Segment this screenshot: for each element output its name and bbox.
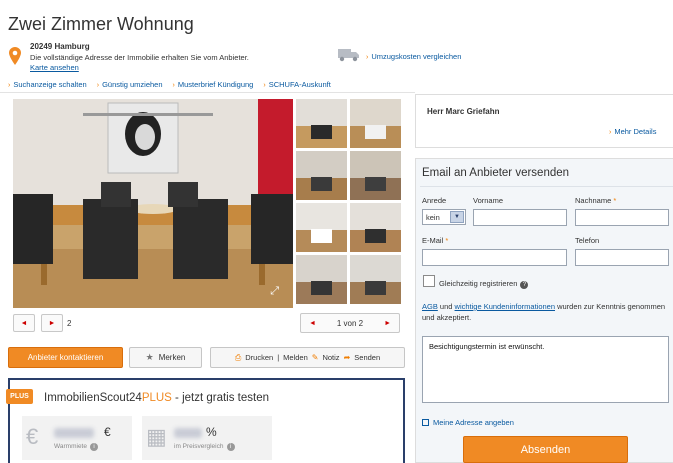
- contact-name: Herr Marc Griefahn: [427, 107, 500, 116]
- arrow-right-icon: ›: [96, 82, 100, 89]
- chevron-down-icon: ▼: [450, 211, 464, 223]
- page-title: Zwei Zimmer Wohnung: [8, 14, 194, 34]
- thumbnail[interactable]: [350, 99, 401, 148]
- pager-next-button[interactable]: ►: [384, 320, 391, 327]
- thumbnail[interactable]: [350, 203, 401, 252]
- kpi-label: Warmmiete i: [54, 443, 98, 451]
- telefon-label: Telefon: [575, 236, 600, 245]
- dining-room-image: [13, 99, 293, 308]
- legal-text: AGB und wichtige Kundeninformationen wur…: [422, 302, 666, 322]
- divider: [420, 186, 673, 187]
- agb-link[interactable]: AGB: [422, 302, 438, 311]
- thumbnail[interactable]: [296, 99, 347, 148]
- moving-cost-link[interactable]: › Umzugskosten vergleichen: [366, 52, 461, 61]
- action-bar: ⎙ Drucken | Melden ✎ Notiz ➦ Senden: [210, 347, 405, 368]
- message-textarea[interactable]: Besichtigungstermin ist erwünscht.: [422, 336, 669, 403]
- telefon-input[interactable]: [575, 249, 669, 266]
- merken-button[interactable]: ★ Merken: [129, 347, 202, 368]
- star-icon: ★: [145, 352, 154, 362]
- blurred-value: [54, 428, 94, 438]
- expand-box-icon: [422, 419, 429, 426]
- arrow-right-icon: ›: [366, 54, 369, 61]
- nachname-label: Nachname *: [575, 196, 617, 205]
- euro-icon: €: [26, 424, 39, 449]
- thumbnail[interactable]: [350, 151, 401, 200]
- email-label: E-Mail *: [422, 236, 449, 245]
- register-label: Gleichzeitig registrieren?: [439, 279, 529, 289]
- arrow-right-icon: ›: [609, 129, 612, 136]
- my-address-link[interactable]: Meine Adresse angeben: [422, 418, 514, 427]
- toplink-suchanzeige[interactable]: › Suchanzeige schalten: [8, 80, 87, 89]
- email-input[interactable]: [422, 249, 567, 266]
- address-zip-city: 20249 Hamburg: [30, 42, 90, 51]
- anrede-label: Anrede: [422, 196, 447, 205]
- contact-provider-button[interactable]: Anbieter kontaktieren: [8, 347, 123, 368]
- kundeninfo-link[interactable]: wichtige Kundeninformationen: [455, 302, 555, 311]
- map-link[interactable]: Karte ansehen: [30, 63, 79, 72]
- contact-box: [415, 94, 673, 148]
- image-pager: ◄ 1 von 2 ►: [300, 313, 400, 333]
- submit-button[interactable]: Absenden: [463, 436, 628, 463]
- toplink-schufa[interactable]: › SCHUFA-Auskunft: [263, 80, 330, 89]
- kpi-warmmiete: € € Warmmiete i: [22, 416, 132, 460]
- address-note: Die vollständige Adresse der Immobilie e…: [30, 53, 249, 62]
- vorname-input[interactable]: [473, 209, 567, 226]
- page-number: 2: [67, 319, 72, 328]
- arrow-right-icon: ›: [8, 82, 11, 89]
- vorname-label: Vorname: [473, 196, 504, 205]
- nachname-input[interactable]: [575, 209, 669, 226]
- info-icon: i: [226, 443, 235, 451]
- kpi-unit: €: [104, 425, 111, 439]
- thumbnail[interactable]: [350, 255, 401, 304]
- register-checkbox[interactable]: [423, 275, 435, 287]
- plus-title[interactable]: ImmobilienScout24PLUS - jetzt gratis tes…: [44, 392, 269, 404]
- drucken-link[interactable]: Drucken: [245, 353, 273, 362]
- prev-page-button[interactable]: ◄: [13, 314, 35, 332]
- kpi-preisvergleich: ▦ % im Preisvergleich i: [142, 416, 272, 460]
- printer-icon: ⎙: [234, 352, 242, 362]
- arrow-right-icon: ›: [172, 82, 175, 89]
- help-icon[interactable]: ?: [520, 281, 529, 289]
- arrow-right-icon: ›: [263, 82, 266, 89]
- kpi-label: im Preisvergleich i: [174, 443, 235, 451]
- info-icon: i: [89, 443, 98, 451]
- plus-badge: PLUS: [6, 389, 33, 404]
- toplink-kuendigung[interactable]: › Musterbrief Kündigung: [173, 80, 254, 89]
- expand-icon[interactable]: ⤢: [270, 285, 279, 298]
- form-title: Email an Anbieter versenden: [422, 167, 570, 179]
- more-details-link[interactable]: › Mehr Details: [609, 127, 656, 136]
- divider: [0, 92, 415, 93]
- pager-prev-button[interactable]: ◄: [309, 320, 316, 327]
- chart-search-icon: ▦: [146, 424, 167, 449]
- thumbnail[interactable]: [296, 255, 347, 304]
- pencil-icon: ✎: [311, 353, 319, 362]
- separator: |: [277, 353, 280, 362]
- notiz-link[interactable]: Notiz: [322, 353, 339, 362]
- blurred-value: [174, 428, 202, 438]
- truck-icon: [338, 49, 359, 62]
- location-pin-icon: [9, 47, 21, 65]
- next-page-button[interactable]: ►: [41, 314, 63, 332]
- share-icon: ➦: [343, 353, 351, 362]
- toplink-umziehen[interactable]: › Günstig umziehen: [97, 80, 163, 89]
- top-links: › Suchanzeige schalten › Günstig umziehen …: [8, 80, 331, 89]
- melden-link[interactable]: Melden: [283, 353, 308, 362]
- thumbnail-grid: [296, 99, 402, 304]
- main-photo[interactable]: ⤢: [13, 99, 293, 308]
- senden-link[interactable]: Senden: [354, 353, 380, 362]
- pager-label: 1 von 2: [336, 318, 364, 328]
- thumbnail[interactable]: [296, 151, 347, 200]
- anrede-select[interactable]: kein ▼: [422, 209, 466, 225]
- thumbnail[interactable]: [296, 203, 347, 252]
- kpi-unit: %: [206, 425, 217, 439]
